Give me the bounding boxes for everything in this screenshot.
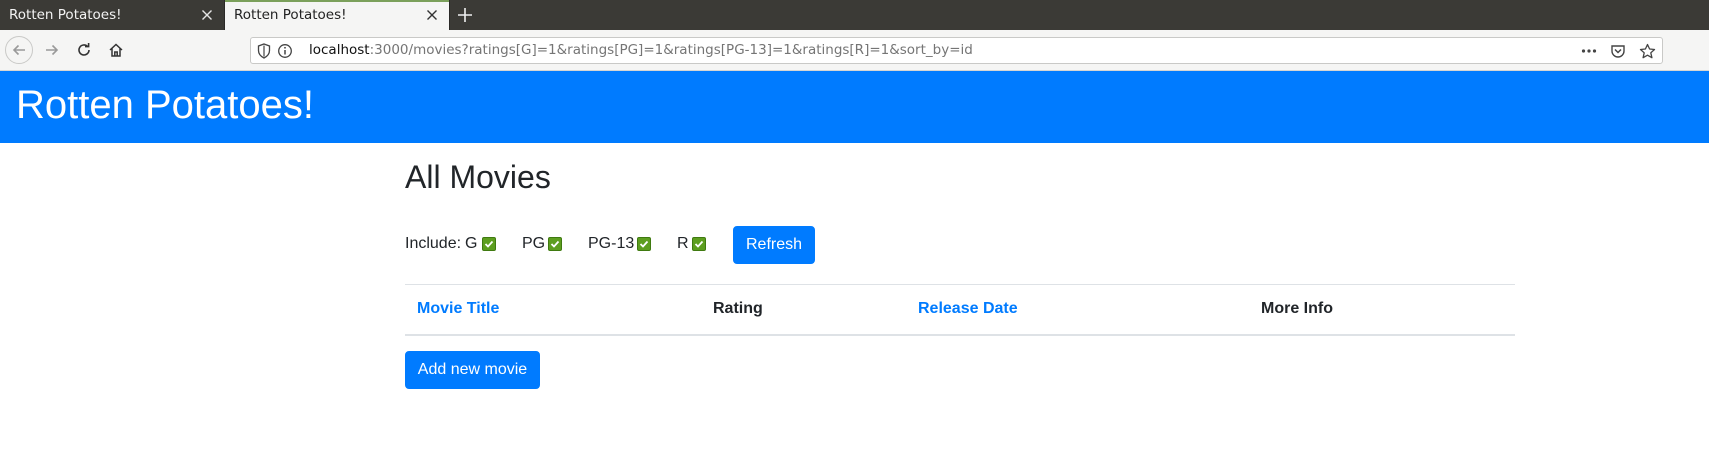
browser-tab[interactable]: Rotten Potatoes! — [0, 0, 225, 30]
header-movie-title: Movie Title — [405, 284, 701, 336]
url-text[interactable]: localhost:3000/movies?ratings[G]=1&ratin… — [309, 42, 973, 58]
rating-label-g: G — [465, 235, 478, 252]
home-icon[interactable] — [102, 36, 130, 64]
url-host: localhost — [309, 42, 370, 58]
info-icon[interactable] — [277, 43, 293, 63]
reload-icon[interactable] — [70, 36, 98, 64]
rating-label-pg-13: PG-13 — [588, 235, 635, 252]
include-label: Include: — [405, 235, 462, 252]
browser-tab-active[interactable]: Rotten Potatoes! — [225, 0, 450, 30]
tab-title: Rotten Potatoes! — [234, 7, 347, 23]
tracking-shield-icon[interactable] — [257, 43, 271, 63]
sort-by-release-date-link[interactable]: Release Date — [918, 300, 1018, 317]
new-tab-plus-icon[interactable] — [450, 0, 480, 30]
close-tab-icon[interactable] — [198, 6, 216, 24]
pocket-icon[interactable] — [1609, 42, 1627, 60]
browser-tab-bar: Rotten Potatoes! Rotten Potatoes! — [0, 0, 1709, 30]
rating-label-r: R — [677, 235, 689, 252]
forward-arrow-icon[interactable] — [38, 36, 66, 64]
browser-nav-bar: localhost:3000/movies?ratings[G]=1&ratin… — [0, 30, 1709, 71]
rating-checkbox-pg-13[interactable] — [637, 237, 651, 251]
sort-by-title-link[interactable]: Movie Title — [417, 300, 499, 317]
url-path: :3000/movies?ratings[G]=1&ratings[PG]=1&… — [369, 42, 973, 58]
rating-checkbox-pg[interactable] — [548, 237, 562, 251]
header-rating: Rating — [701, 284, 906, 336]
rating-checkbox-g[interactable] — [482, 237, 496, 251]
url-bar[interactable]: localhost:3000/movies?ratings[G]=1&ratin… — [250, 37, 1663, 64]
table-header-row: Movie Title Rating Release Date More Inf… — [405, 284, 1515, 336]
back-arrow-icon[interactable] — [5, 36, 33, 64]
page-title: All Movies — [405, 159, 551, 195]
movies-table: Movie Title Rating Release Date More Inf… — [405, 284, 1515, 336]
rating-checkbox-r[interactable] — [692, 237, 706, 251]
more-actions-icon[interactable] — [1580, 42, 1598, 60]
header-release-date: Release Date — [906, 284, 1249, 336]
app-title: Rotten Potatoes! — [16, 83, 314, 127]
ratings-filter-form: Include: G PG PG-13 R Refresh — [405, 226, 1005, 264]
close-tab-icon[interactable] — [423, 6, 441, 24]
refresh-button[interactable]: Refresh — [733, 226, 815, 264]
bookmark-star-icon[interactable] — [1638, 42, 1656, 60]
rating-label-pg: PG — [522, 235, 546, 252]
add-new-movie-button[interactable]: Add new movie — [405, 351, 540, 389]
header-more-info: More Info — [1249, 284, 1515, 336]
app-header: Rotten Potatoes! — [0, 71, 1709, 143]
tab-title: Rotten Potatoes! — [9, 7, 122, 23]
